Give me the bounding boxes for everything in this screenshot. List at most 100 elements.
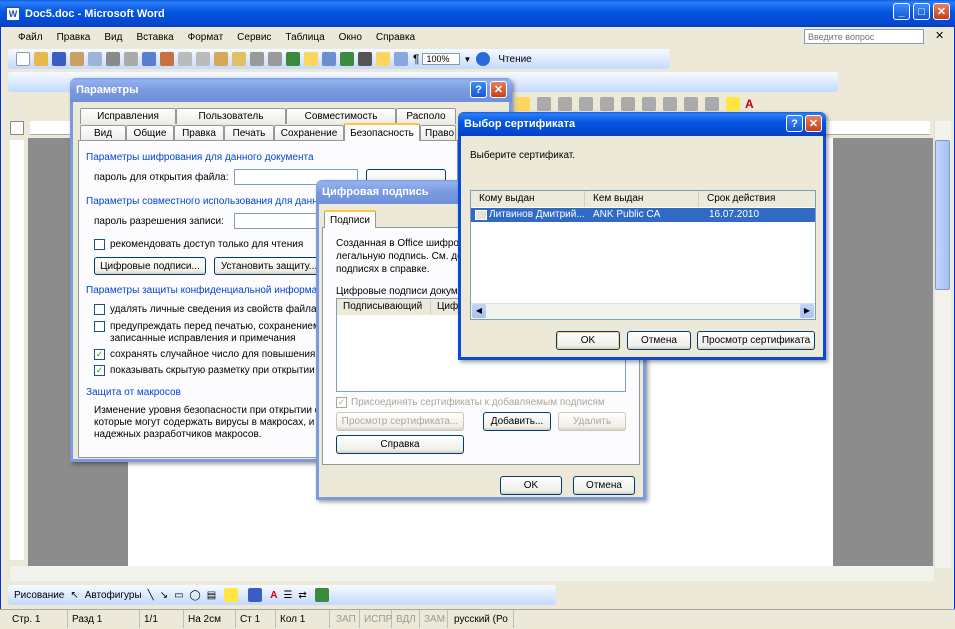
certificate-row[interactable]: Литвинов Дмитрий... ANK Public CA 16.07.… xyxy=(471,208,815,222)
save-icon[interactable] xyxy=(52,52,66,66)
maximize-button[interactable]: □ xyxy=(913,3,930,20)
privacy-checkbox-3[interactable]: ✓ xyxy=(94,349,105,360)
show-formatting-icon[interactable]: ¶ xyxy=(413,52,419,66)
options-close-button[interactable]: ✕ xyxy=(490,81,507,98)
decrease-indent-icon[interactable] xyxy=(663,97,677,111)
tables-borders-icon[interactable] xyxy=(304,52,318,66)
print-icon[interactable] xyxy=(106,52,120,66)
tab-file-locations[interactable]: Располо xyxy=(396,108,456,124)
help-icon[interactable] xyxy=(476,52,491,66)
options-help-button[interactable]: ? xyxy=(470,81,487,98)
menu-edit[interactable]: Правка xyxy=(57,32,91,43)
oval-icon[interactable]: ◯ xyxy=(190,590,201,601)
columns-icon[interactable] xyxy=(358,52,372,66)
rectangle-icon[interactable]: ▭ xyxy=(174,590,183,601)
cert-help-button[interactable]: ? xyxy=(786,115,803,132)
hyperlink-icon[interactable] xyxy=(286,52,300,66)
tab-track-changes[interactable]: Исправления xyxy=(80,108,176,124)
signature-cancel-button[interactable]: Отмена xyxy=(573,476,635,495)
close-doc-icon[interactable]: ✕ xyxy=(935,29,944,42)
cert-col-issued-by[interactable]: Кем выдан xyxy=(585,191,699,207)
excel-icon[interactable] xyxy=(340,52,354,66)
signature-ok-button[interactable]: OK xyxy=(500,476,562,495)
tab-security[interactable]: Безопасность xyxy=(344,123,420,141)
cert-hscrollbar[interactable] xyxy=(471,303,815,319)
signature-col-cert[interactable]: Циф xyxy=(431,299,461,315)
font-color-draw-icon[interactable]: A xyxy=(270,590,277,601)
remove-signature-button[interactable]: Удалить xyxy=(558,412,626,431)
privacy-checkbox-4[interactable]: ✓ xyxy=(94,365,105,376)
tab-view[interactable]: Вид xyxy=(80,125,126,141)
cert-col-issued-to[interactable]: Кому выдан xyxy=(471,191,585,207)
menu-file[interactable]: Файл xyxy=(18,32,43,43)
format-painter-icon[interactable] xyxy=(232,52,246,66)
select-objects-icon[interactable]: ↖ xyxy=(70,590,78,601)
signature-col-signer[interactable]: Подписывающий xyxy=(337,299,431,315)
spelling-icon[interactable] xyxy=(142,52,156,66)
privacy-checkbox-1[interactable] xyxy=(94,304,105,315)
line-icon[interactable]: ╲ xyxy=(148,590,154,601)
menu-format[interactable]: Формат xyxy=(188,32,224,43)
drawing-menu[interactable]: Рисование xyxy=(14,590,64,601)
horizontal-scrollbar[interactable] xyxy=(10,566,934,581)
doc-map-icon[interactable] xyxy=(394,52,408,66)
font-color-icon[interactable]: A xyxy=(745,97,754,111)
line-style-icon[interactable]: ☰ xyxy=(283,590,292,601)
email-icon[interactable] xyxy=(88,52,102,66)
status-trk[interactable]: ИСПР xyxy=(360,610,392,628)
tab-edit[interactable]: Правка xyxy=(174,125,224,141)
cert-close-button[interactable]: ✕ xyxy=(805,115,822,132)
border-icon[interactable] xyxy=(705,97,719,111)
print-preview-icon[interactable] xyxy=(124,52,138,66)
signature-help-button[interactable]: Справка xyxy=(336,435,464,454)
scroll-thumb[interactable] xyxy=(935,140,950,290)
close-button[interactable]: ✕ xyxy=(933,3,950,20)
tab-print[interactable]: Печать xyxy=(224,125,274,141)
3d-icon[interactable] xyxy=(314,588,329,602)
zoom-dropdown-icon[interactable]: ▼ xyxy=(463,55,471,64)
tab-general[interactable]: Общие xyxy=(126,125,174,141)
minimize-button[interactable]: _ xyxy=(893,3,910,20)
help-search-input[interactable] xyxy=(804,29,924,44)
arrow-icon[interactable]: ↘ xyxy=(160,590,168,601)
protect-document-button[interactable]: Установить защиту... xyxy=(214,257,324,275)
textbox-icon[interactable]: ▤ xyxy=(207,590,216,601)
privacy-checkbox-2[interactable] xyxy=(94,321,105,332)
increase-indent-icon[interactable] xyxy=(684,97,698,111)
new-doc-icon[interactable] xyxy=(16,52,30,66)
copy-icon[interactable] xyxy=(196,52,210,66)
align-right-icon[interactable] xyxy=(558,97,572,111)
view-certificate-button-disabled[interactable]: Просмотр сертификата... xyxy=(336,412,464,431)
menu-view[interactable]: Вид xyxy=(104,32,122,43)
bullets-icon[interactable] xyxy=(642,97,656,111)
align-left-icon[interactable] xyxy=(516,97,530,111)
attach-certs-checkbox[interactable]: ✓ xyxy=(336,397,347,408)
cert-cancel-button[interactable]: Отмена xyxy=(627,331,691,350)
align-center-icon[interactable] xyxy=(537,97,551,111)
redo-icon[interactable] xyxy=(268,52,282,66)
tab-save[interactable]: Сохранение xyxy=(274,125,344,141)
tab-signatures[interactable]: Подписи xyxy=(324,210,376,228)
menu-insert[interactable]: Вставка xyxy=(136,32,173,43)
cut-icon[interactable] xyxy=(178,52,192,66)
paste-icon[interactable] xyxy=(214,52,228,66)
tab-compatibility[interactable]: Совместимость xyxy=(286,108,396,124)
ruler-corner[interactable] xyxy=(10,121,24,135)
menu-help[interactable]: Справка xyxy=(376,32,415,43)
digital-signatures-button[interactable]: Цифровые подписи... xyxy=(94,257,206,275)
read-mode-button[interactable]: Чтение xyxy=(498,54,531,65)
highlight-icon[interactable] xyxy=(726,97,740,111)
undo-icon[interactable] xyxy=(250,52,264,66)
open-icon[interactable] xyxy=(34,52,48,66)
insert-table-icon[interactable] xyxy=(322,52,336,66)
drawing-icon[interactable] xyxy=(376,52,390,66)
line-spacing-icon[interactable] xyxy=(600,97,614,111)
cert-scroll-right-icon[interactable]: ▶ xyxy=(800,304,814,318)
arrow-style-icon[interactable]: ⇄ xyxy=(298,590,306,601)
zoom-box[interactable]: 100% xyxy=(422,53,461,65)
fill-color-icon[interactable] xyxy=(224,588,239,602)
numbering-icon[interactable] xyxy=(621,97,635,111)
view-certificate-button[interactable]: Просмотр сертификата xyxy=(697,331,815,350)
line-color-icon[interactable] xyxy=(248,588,263,602)
justify-icon[interactable] xyxy=(579,97,593,111)
